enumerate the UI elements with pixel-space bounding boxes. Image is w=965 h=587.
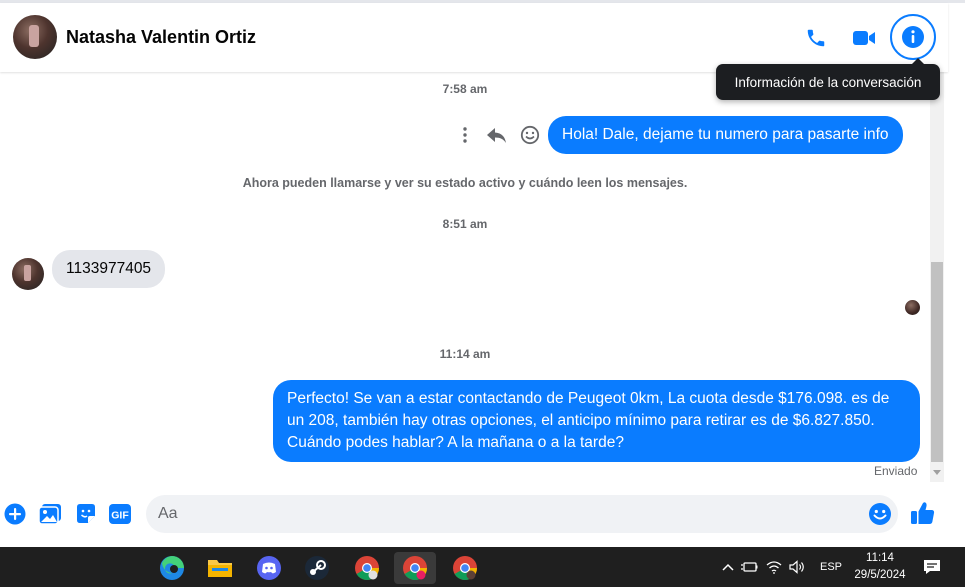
message-actions bbox=[456, 122, 540, 148]
chrome-icon[interactable] bbox=[346, 552, 388, 584]
conversation-info-button[interactable] bbox=[890, 14, 936, 60]
contact-name[interactable]: Natasha Valentin Ortiz bbox=[66, 27, 256, 48]
chevron-up-icon[interactable] bbox=[720, 563, 736, 571]
more-options-icon[interactable] bbox=[456, 126, 474, 144]
contact-avatar[interactable] bbox=[13, 15, 57, 59]
input-language[interactable]: ESP bbox=[820, 561, 842, 573]
volume-icon[interactable] bbox=[786, 560, 808, 574]
gif-icon[interactable]: GIF bbox=[107, 501, 133, 527]
sent-message[interactable]: Perfecto! Se van a estar contactando de … bbox=[273, 380, 920, 462]
system-tray: ESP bbox=[720, 547, 842, 587]
react-emoji-icon[interactable] bbox=[520, 125, 540, 145]
messenger-window: Natasha Valentin Ortiz Información de la… bbox=[0, 0, 965, 547]
info-icon bbox=[902, 26, 924, 48]
discord-icon[interactable] bbox=[248, 552, 290, 584]
chrome-profile-icon[interactable] bbox=[394, 552, 436, 584]
emoji-icon[interactable] bbox=[868, 502, 892, 526]
chrome-profile-icon[interactable] bbox=[444, 552, 486, 584]
file-explorer-icon[interactable] bbox=[199, 552, 241, 584]
sticker-icon[interactable] bbox=[73, 501, 99, 527]
wifi-icon[interactable] bbox=[762, 560, 786, 574]
thumbs-up-icon[interactable] bbox=[910, 500, 936, 526]
notification-icon[interactable] bbox=[922, 557, 942, 577]
edge-icon[interactable] bbox=[151, 552, 193, 584]
timestamp: 8:51 am bbox=[442, 217, 488, 231]
system-notice: Ahora pueden llamarse y ver su estado ac… bbox=[242, 176, 688, 190]
received-message[interactable]: 1133977405 bbox=[52, 250, 166, 288]
battery-icon[interactable] bbox=[736, 561, 762, 573]
steam-icon[interactable] bbox=[296, 552, 338, 584]
taskbar-clock[interactable]: 11:14 29/5/2024 bbox=[848, 550, 912, 584]
message-input[interactable] bbox=[158, 495, 858, 533]
delivery-status: Enviado bbox=[874, 464, 918, 478]
windows-taskbar: ESP 11:14 29/5/2024 bbox=[0, 547, 965, 587]
message-thread: 7:58 am Hola! Dale, dejame tu numero par… bbox=[0, 72, 930, 482]
message-composer: GIF bbox=[0, 487, 948, 543]
message-input-wrapper bbox=[146, 495, 898, 533]
reply-icon[interactable] bbox=[486, 126, 508, 144]
timestamp: 11:14 am bbox=[439, 347, 491, 361]
thread-scrollbar[interactable] bbox=[930, 72, 944, 482]
video-call-icon[interactable] bbox=[846, 20, 882, 56]
conversation-header: Natasha Valentin Ortiz bbox=[0, 3, 948, 72]
info-tooltip: Información de la conversación bbox=[716, 58, 940, 100]
clock-date: 29/5/2024 bbox=[854, 569, 906, 581]
plus-circle-icon[interactable] bbox=[2, 501, 28, 527]
phone-icon[interactable] bbox=[798, 20, 834, 56]
clock-time: 11:14 bbox=[866, 552, 894, 564]
photo-icon[interactable] bbox=[37, 501, 63, 527]
scroll-down-arrow-icon[interactable] bbox=[930, 470, 944, 480]
scrollbar-thumb[interactable] bbox=[931, 262, 943, 462]
sent-message[interactable]: Hola! Dale, dejame tu numero para pasart… bbox=[548, 116, 903, 154]
svg-text:GIF: GIF bbox=[111, 510, 129, 522]
contact-avatar-small[interactable] bbox=[12, 258, 44, 290]
read-receipt-avatar bbox=[905, 300, 920, 315]
